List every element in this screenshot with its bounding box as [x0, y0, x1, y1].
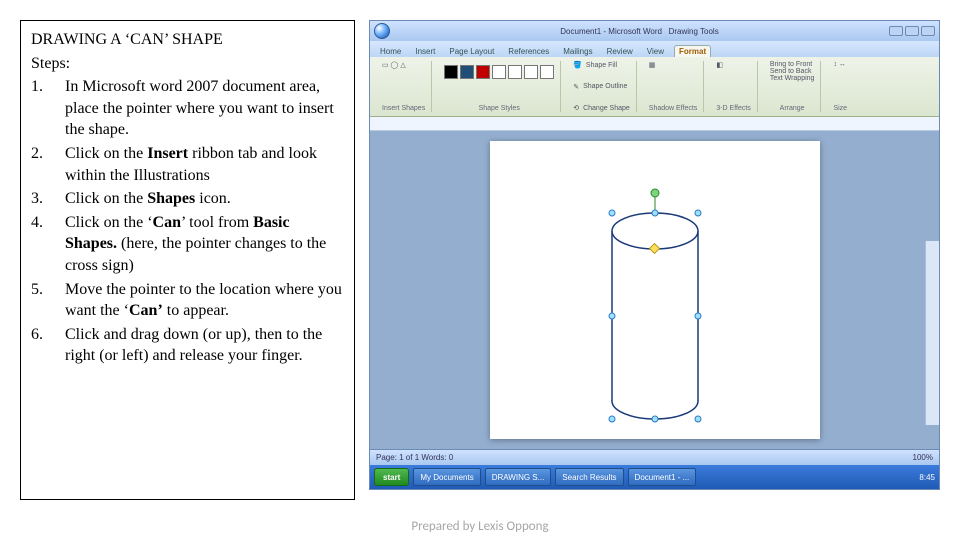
windows-taskbar: start My Documents DRAWING S... Search R…: [370, 465, 939, 489]
clock: 8:45: [919, 473, 935, 482]
step-text: Click on the ‘Can’ tool from Basic Shape…: [65, 212, 344, 277]
start-button[interactable]: start: [374, 468, 409, 486]
close-button[interactable]: [921, 26, 935, 36]
tab-page-layout[interactable]: Page Layout: [445, 46, 498, 57]
window-buttons: [889, 26, 935, 36]
ribbon-group-shadow: ▦ Shadow Effects: [643, 61, 705, 112]
slide-footer: Prepared by Lexis Oppong: [0, 519, 960, 534]
vertical-scrollbar[interactable]: [925, 241, 939, 425]
minimize-button[interactable]: [889, 26, 903, 36]
shapes-gallery[interactable]: ▭ ◯ △: [382, 61, 425, 69]
step-number: 5.: [31, 279, 65, 322]
step-number: 2.: [31, 143, 65, 186]
system-tray[interactable]: 8:45: [919, 473, 935, 482]
status-page-words: Page: 1 of 1 Words: 0: [376, 453, 453, 462]
step-text: Click on the Insert ribbon tab and look …: [65, 143, 344, 186]
steps-list: 1.In Microsoft word 2007 document area, …: [31, 76, 344, 367]
send-to-back-button[interactable]: Send to Back: [770, 68, 815, 75]
tab-home[interactable]: Home: [376, 46, 405, 57]
status-bar: Page: 1 of 1 Words: 0 100%: [370, 449, 939, 465]
change-shape-button[interactable]: ⟲ Change Shape: [573, 104, 630, 112]
taskbar-item[interactable]: My Documents: [413, 468, 480, 486]
steps-label: Steps:: [31, 53, 344, 75]
horizontal-ruler[interactable]: [370, 117, 939, 131]
step-text: In Microsoft word 2007 document area, pl…: [65, 76, 344, 141]
size-inputs[interactable]: ↕ ↔: [833, 61, 847, 68]
style-swatches[interactable]: [444, 65, 554, 79]
ribbon: ▭ ◯ △ Insert Shapes Shape Styles 🪣 Shape…: [370, 57, 939, 117]
step-text: Click on the Shapes icon.: [65, 188, 344, 210]
list-item: 5.Move the pointer to the location where…: [31, 279, 344, 322]
step-text: Click and drag down (or up), then to the…: [65, 324, 344, 367]
ribbon-group-shape-styles: Shape Styles: [438, 61, 561, 112]
step-number: 1.: [31, 76, 65, 141]
ribbon-group-shape-fill: 🪣 Shape Fill ✎ Shape Outline ⟲ Change Sh…: [567, 61, 637, 112]
step-number: 6.: [31, 324, 65, 367]
maximize-button[interactable]: [905, 26, 919, 36]
tab-mailings[interactable]: Mailings: [559, 46, 596, 57]
tab-review[interactable]: Review: [603, 46, 637, 57]
tab-references[interactable]: References: [504, 46, 553, 57]
taskbar-item[interactable]: Search Results: [555, 468, 623, 486]
instructions-panel: DRAWING A ‘CAN’ SHAPE Steps: 1.In Micros…: [20, 20, 355, 500]
shape-fill-button[interactable]: 🪣 Shape Fill: [573, 61, 630, 69]
ribbon-tabs: Home Insert Page Layout References Maili…: [370, 41, 939, 57]
list-item: 2.Click on the Insert ribbon tab and loo…: [31, 143, 344, 186]
taskbar-item[interactable]: Document1 - ...: [628, 468, 697, 486]
tab-insert[interactable]: Insert: [411, 46, 439, 57]
taskbar-item[interactable]: DRAWING S...: [485, 468, 552, 486]
ribbon-group-arrange: Bring to Front Send to Back Text Wrappin…: [764, 61, 822, 112]
list-item: 3.Click on the Shapes icon.: [31, 188, 344, 210]
can-shape-selected[interactable]: [610, 211, 700, 421]
window-title: Document1 - Microsoft Word Drawing Tools: [390, 27, 889, 36]
ribbon-group-insert-shapes: ▭ ◯ △ Insert Shapes: [376, 61, 432, 112]
tab-view[interactable]: View: [643, 46, 668, 57]
shape-outline-button[interactable]: ✎ Shape Outline: [573, 83, 630, 91]
window-titlebar: Document1 - Microsoft Word Drawing Tools: [370, 21, 939, 41]
text-wrapping-button[interactable]: Text Wrapping: [770, 75, 815, 82]
shadow-effects-button[interactable]: ▦: [649, 61, 698, 69]
step-text: Move the pointer to the location where y…: [65, 279, 344, 322]
list-item: 1.In Microsoft word 2007 document area, …: [31, 76, 344, 141]
bring-to-front-button[interactable]: Bring to Front: [770, 61, 815, 68]
office-button-icon[interactable]: [374, 23, 390, 39]
status-zoom[interactable]: 100%: [913, 453, 933, 462]
step-number: 4.: [31, 212, 65, 277]
word-screenshot: Document1 - Microsoft Word Drawing Tools…: [369, 20, 940, 490]
tab-format[interactable]: Format: [674, 45, 711, 57]
list-item: 4.Click on the ‘Can’ tool from Basic Sha…: [31, 212, 344, 277]
ribbon-group-size: ↕ ↔ Size: [827, 61, 853, 112]
step-number: 3.: [31, 188, 65, 210]
document-area[interactable]: [370, 131, 939, 449]
instructions-title: DRAWING A ‘CAN’ SHAPE: [31, 29, 344, 51]
list-item: 6.Click and drag down (or up), then to t…: [31, 324, 344, 367]
3d-effects-button[interactable]: ◧: [716, 61, 751, 69]
ribbon-group-3d: ◧ 3-D Effects: [710, 61, 758, 112]
document-page: [490, 141, 820, 439]
